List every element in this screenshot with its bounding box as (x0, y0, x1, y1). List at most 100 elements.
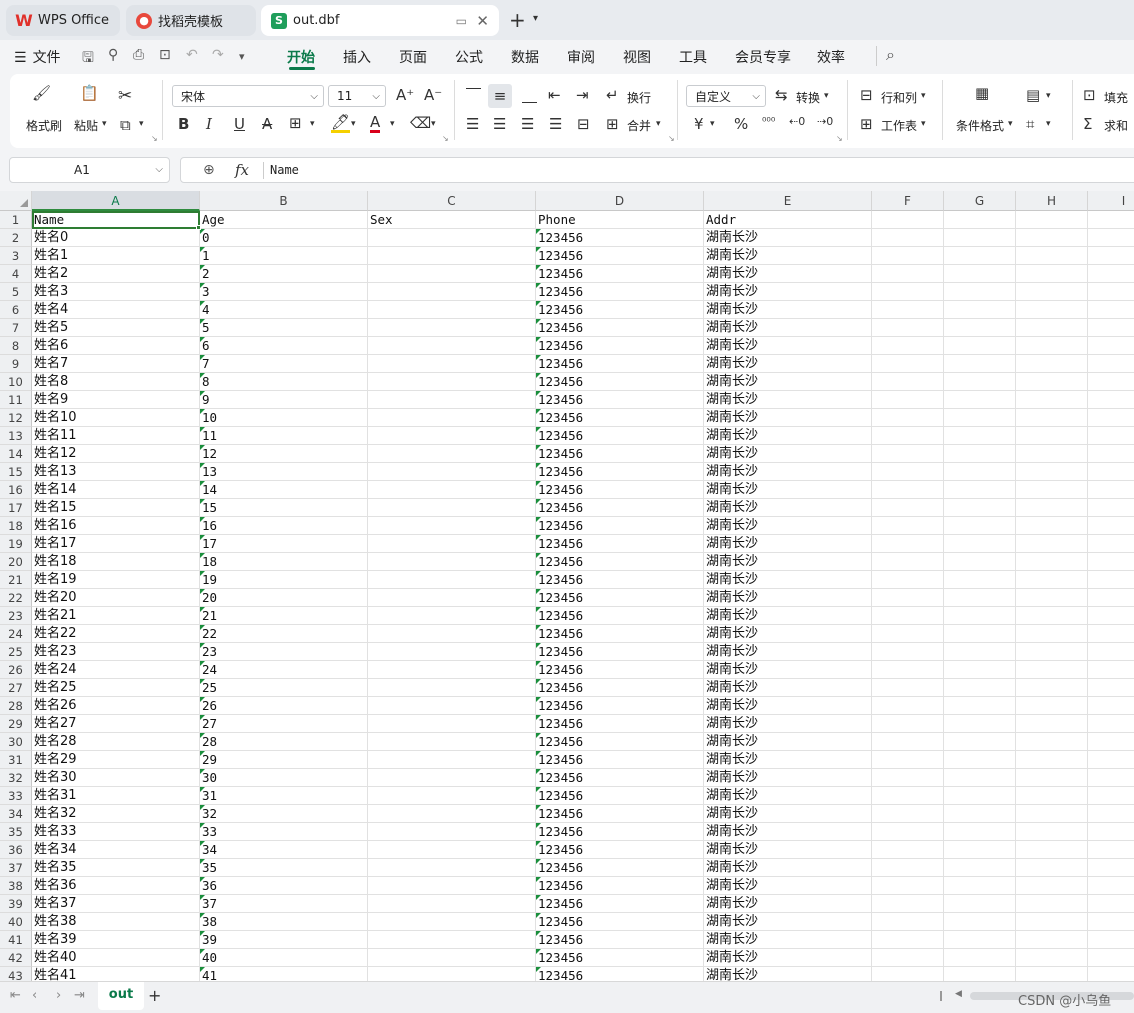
next-sheet-icon[interactable]: › (56, 988, 61, 1003)
data-cell[interactable]: 23 (200, 643, 368, 661)
data-cell[interactable]: 姓名31 (32, 787, 200, 805)
data-cell[interactable]: 31 (200, 787, 368, 805)
data-cell[interactable]: 17 (200, 535, 368, 553)
data-cell[interactable]: 14 (200, 481, 368, 499)
data-cell[interactable] (872, 553, 944, 571)
data-cell[interactable] (1088, 481, 1134, 499)
data-cell[interactable] (944, 643, 1016, 661)
data-cell[interactable]: 湖南长沙 (704, 805, 872, 823)
row-header[interactable]: 32 (0, 769, 32, 787)
menu-tools[interactable]: 工具 (679, 47, 707, 67)
data-cell[interactable] (1088, 463, 1134, 481)
bold-icon[interactable]: B (178, 115, 189, 133)
tab-wps-office[interactable]: W WPS Office (6, 5, 120, 36)
row-header[interactable]: 1 (0, 211, 32, 229)
data-cell[interactable] (944, 823, 1016, 841)
row-header[interactable]: 18 (0, 517, 32, 535)
data-cell[interactable]: 123456 (536, 949, 704, 967)
data-cell[interactable] (944, 859, 1016, 877)
expand-icon[interactable]: ↘ (668, 134, 675, 143)
data-cell[interactable]: 123456 (536, 823, 704, 841)
row-header[interactable]: 43 (0, 967, 32, 981)
data-cell[interactable] (1088, 931, 1134, 949)
share-icon[interactable]: ⚲ (108, 47, 118, 63)
data-cell[interactable] (1088, 679, 1134, 697)
align-left-icon[interactable]: ☰ (466, 115, 479, 133)
data-cell[interactable] (944, 751, 1016, 769)
data-cell[interactable]: 湖南长沙 (704, 265, 872, 283)
format-painter-icon[interactable]: 🖌 (32, 84, 51, 102)
data-cell[interactable]: 湖南长沙 (704, 499, 872, 517)
data-cell[interactable] (368, 265, 536, 283)
data-cell[interactable] (1016, 265, 1088, 283)
zoom-icon[interactable]: ⊕ (203, 162, 215, 178)
data-cell[interactable] (872, 859, 944, 877)
data-cell[interactable]: 湖南长沙 (704, 481, 872, 499)
chevron-down-icon[interactable]: ▾ (921, 119, 926, 129)
font-color-icon[interactable]: A (370, 114, 381, 133)
data-cell[interactable]: 姓名32 (32, 805, 200, 823)
row-header[interactable]: 23 (0, 607, 32, 625)
data-cell[interactable] (944, 679, 1016, 697)
menu-efficiency[interactable]: 效率 (817, 47, 845, 67)
menu-review[interactable]: 审阅 (567, 47, 595, 67)
data-cell[interactable] (368, 751, 536, 769)
convert-icon[interactable]: ⇆ (775, 86, 788, 104)
data-cell[interactable] (1016, 607, 1088, 625)
data-cell[interactable] (944, 247, 1016, 265)
data-cell[interactable]: 26 (200, 697, 368, 715)
data-cell[interactable] (944, 265, 1016, 283)
sheet-tab-out[interactable]: out (98, 982, 144, 1010)
data-cell[interactable] (1016, 643, 1088, 661)
row-header[interactable]: 20 (0, 553, 32, 571)
data-cell[interactable] (944, 895, 1016, 913)
name-box[interactable]: A1 ⌵ (9, 157, 170, 183)
menu-view[interactable]: 视图 (623, 47, 651, 67)
new-tab-button[interactable]: + (509, 10, 526, 30)
data-cell[interactable]: 湖南长沙 (704, 463, 872, 481)
data-cell[interactable]: 123456 (536, 607, 704, 625)
spreadsheet-grid[interactable]: ABCDEFGHI 1 Name Age Sex Phone Addr 2 姓名0 0 12345… (0, 191, 1134, 981)
data-cell[interactable] (872, 895, 944, 913)
data-cell[interactable]: 湖南长沙 (704, 913, 872, 931)
data-cell[interactable] (944, 589, 1016, 607)
row-header[interactable]: 39 (0, 895, 32, 913)
data-cell[interactable] (872, 787, 944, 805)
data-cell[interactable]: 姓名26 (32, 697, 200, 715)
sum-label[interactable]: 求和 (1104, 117, 1128, 134)
data-cell[interactable] (1016, 769, 1088, 787)
last-sheet-icon[interactable]: ⇥ (74, 988, 85, 1003)
row-header[interactable]: 40 (0, 913, 32, 931)
data-cell[interactable] (1016, 337, 1088, 355)
data-cell[interactable]: 4 (200, 301, 368, 319)
data-cell[interactable] (368, 679, 536, 697)
data-cell[interactable] (872, 283, 944, 301)
increase-font-icon[interactable]: A⁺ (396, 86, 414, 104)
data-cell[interactable] (368, 643, 536, 661)
data-cell[interactable] (1016, 895, 1088, 913)
data-cell[interactable]: 姓名2 (32, 265, 200, 283)
header-cell[interactable]: Phone (536, 211, 704, 229)
data-cell[interactable] (944, 481, 1016, 499)
data-cell[interactable]: 姓名24 (32, 661, 200, 679)
data-cell[interactable] (1088, 949, 1134, 967)
data-cell[interactable] (368, 607, 536, 625)
data-cell[interactable] (1016, 931, 1088, 949)
data-cell[interactable]: 湖南长沙 (704, 337, 872, 355)
data-cell[interactable] (1016, 463, 1088, 481)
data-cell[interactable] (1016, 751, 1088, 769)
data-cell[interactable]: 姓名41 (32, 967, 200, 981)
row-header[interactable]: 26 (0, 661, 32, 679)
copy-icon[interactable]: ⧉ (120, 116, 131, 134)
data-cell[interactable]: 30 (200, 769, 368, 787)
data-cell[interactable] (872, 445, 944, 463)
data-cell[interactable] (368, 535, 536, 553)
row-header[interactable]: 21 (0, 571, 32, 589)
data-cell[interactable] (872, 841, 944, 859)
tab-document[interactable]: S out.dbf ▭ ✕ (261, 5, 499, 36)
data-cell[interactable]: 姓名16 (32, 517, 200, 535)
data-cell[interactable]: 0 (200, 229, 368, 247)
row-header[interactable]: 37 (0, 859, 32, 877)
data-cell[interactable]: 5 (200, 319, 368, 337)
data-cell[interactable] (872, 265, 944, 283)
